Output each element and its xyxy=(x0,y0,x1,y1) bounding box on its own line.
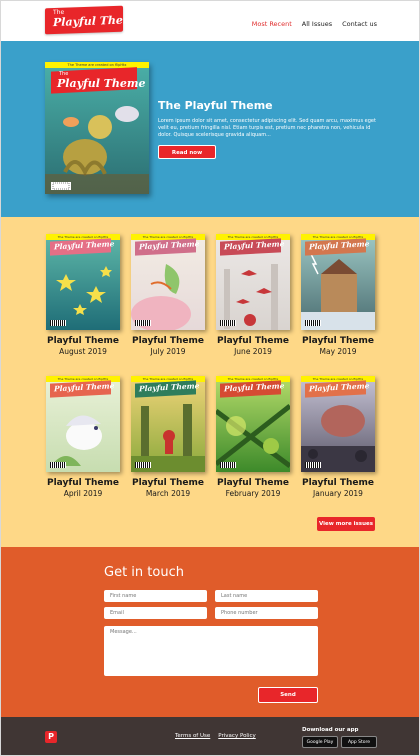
issue-cover[interactable]: The Theme are created on flipHtx Playful… xyxy=(131,376,205,472)
site-header: The Playful Theme Most Recent All Issues… xyxy=(1,1,419,41)
google-play-button[interactable]: Google Play xyxy=(302,736,338,748)
privacy-link[interactable]: Privacy Policy xyxy=(218,733,255,739)
cover-title: Playful Theme xyxy=(224,239,285,252)
logo-text: Playful Theme xyxy=(53,12,142,30)
main-nav: Most Recent All Issues Contact us xyxy=(252,20,377,28)
issue-card[interactable]: The Theme are created on flipHtx Playful… xyxy=(301,376,375,498)
issue-cover[interactable]: The Theme are created on flipHtx Playful… xyxy=(216,234,290,330)
first-name-field[interactable] xyxy=(104,590,207,602)
read-now-button[interactable]: Read now xyxy=(158,145,216,159)
issue-date: June 2019 xyxy=(234,347,272,356)
cover-title: Playful Theme xyxy=(309,239,370,252)
cover-title: Playful Theme xyxy=(309,381,370,394)
page-frame: The Playful Theme Most Recent All Issues… xyxy=(0,0,420,756)
barcode-icon xyxy=(135,320,151,326)
nav-most-recent[interactable]: Most Recent xyxy=(252,20,292,28)
message-field[interactable] xyxy=(104,626,318,676)
last-name-field[interactable] xyxy=(215,590,318,602)
view-more-issues-button[interactable]: View more issues xyxy=(317,517,375,531)
site-footer: P Terms of Use Privacy Policy Download o… xyxy=(1,717,419,755)
issue-card[interactable]: The Theme are created on flipHtx Playful… xyxy=(131,376,205,498)
download-app-label: Download our app xyxy=(302,727,359,733)
issue-cover[interactable]: The Theme are created on flipHtx Playful… xyxy=(301,376,375,472)
issue-name[interactable]: Playful Theme xyxy=(301,478,375,488)
hero-title: The Playful Theme xyxy=(158,99,273,112)
barcode-icon xyxy=(305,320,321,326)
hero-section: The Theme are created on flipHtx The Pla… xyxy=(1,41,419,217)
issue-name[interactable]: Playful Theme xyxy=(216,336,290,346)
issue-name[interactable]: Playful Theme xyxy=(301,336,375,346)
site-logo[interactable]: The Playful Theme xyxy=(45,5,142,35)
issue-card[interactable]: The Theme are created on flipHtx Playful… xyxy=(216,234,290,356)
issue-date: July 2019 xyxy=(150,347,186,356)
hero-cover-top-text: The Theme are created on flipHtx xyxy=(67,63,127,67)
cover-title: Playful Theme xyxy=(54,239,115,252)
cover-title: Playful Theme xyxy=(224,381,285,394)
issue-cover[interactable]: The Theme are created on flipHtx Playful… xyxy=(46,234,120,330)
hero-description: Lorem ipsum dolor sit amet, consectetur … xyxy=(158,118,376,138)
email-field[interactable] xyxy=(104,607,207,619)
footer-links: Terms of Use Privacy Policy xyxy=(175,733,256,739)
issue-cover[interactable]: The Theme are created on flipHtx Playful… xyxy=(216,376,290,472)
nav-contact-us[interactable]: Contact us xyxy=(342,20,377,28)
issue-date: August 2019 xyxy=(59,347,107,356)
issue-date: January 2019 xyxy=(313,489,363,498)
issue-cover[interactable]: The Theme are created on flipHtx Playful… xyxy=(131,234,205,330)
issue-name[interactable]: Playful Theme xyxy=(46,336,120,346)
issue-name[interactable]: Playful Theme xyxy=(46,478,120,488)
send-button[interactable]: Send xyxy=(258,687,318,703)
barcode-icon xyxy=(135,462,151,468)
phone-field[interactable] xyxy=(215,607,318,619)
issue-card[interactable]: The Theme are created on flipHtx Playful… xyxy=(46,234,120,356)
issue-name[interactable]: Playful Theme xyxy=(131,478,205,488)
footer-logo[interactable]: P xyxy=(45,731,57,743)
issue-card[interactable]: The Theme are created on flipHtx Playful… xyxy=(131,234,205,356)
issue-name[interactable]: Playful Theme xyxy=(216,478,290,488)
issue-card[interactable]: The Theme are created on flipHtx Playful… xyxy=(216,376,290,498)
cover-title: Playful Theme xyxy=(139,239,200,252)
issue-card[interactable]: The Theme are created on flipHtx Playful… xyxy=(301,234,375,356)
issue-date: May 2019 xyxy=(319,347,357,356)
barcode-icon xyxy=(220,462,236,468)
contact-title: Get in touch xyxy=(104,565,184,580)
hero-cover-title: Playful Theme xyxy=(57,77,146,90)
hero-cover-image[interactable]: The Theme are created on flipHtx The Pla… xyxy=(45,62,149,194)
issue-cover[interactable]: The Theme are created on flipHtx Playful… xyxy=(301,234,375,330)
terms-link[interactable]: Terms of Use xyxy=(175,733,210,739)
cover-title: Playful Theme xyxy=(139,381,200,394)
issue-date: March 2019 xyxy=(145,489,191,498)
issue-card[interactable]: The Theme are created on flipHtx Playful… xyxy=(46,376,120,498)
issue-name[interactable]: Playful Theme xyxy=(131,336,205,346)
issue-cover[interactable]: The Theme are created on flipHtx Playful… xyxy=(46,376,120,472)
issue-date: February 2019 xyxy=(225,489,281,498)
app-store-button[interactable]: App Store xyxy=(341,736,377,748)
barcode-icon xyxy=(220,320,236,326)
cover-title: Playful Theme xyxy=(54,381,115,394)
issue-date: April 2019 xyxy=(63,489,103,498)
issues-section: The Theme are created on flipHtx Playful… xyxy=(1,217,419,547)
barcode-icon xyxy=(50,320,66,326)
nav-all-issues[interactable]: All Issues xyxy=(302,20,332,28)
barcode-icon xyxy=(305,462,321,468)
barcode-icon xyxy=(50,462,66,468)
contact-section: Get in touch Send xyxy=(1,547,419,717)
